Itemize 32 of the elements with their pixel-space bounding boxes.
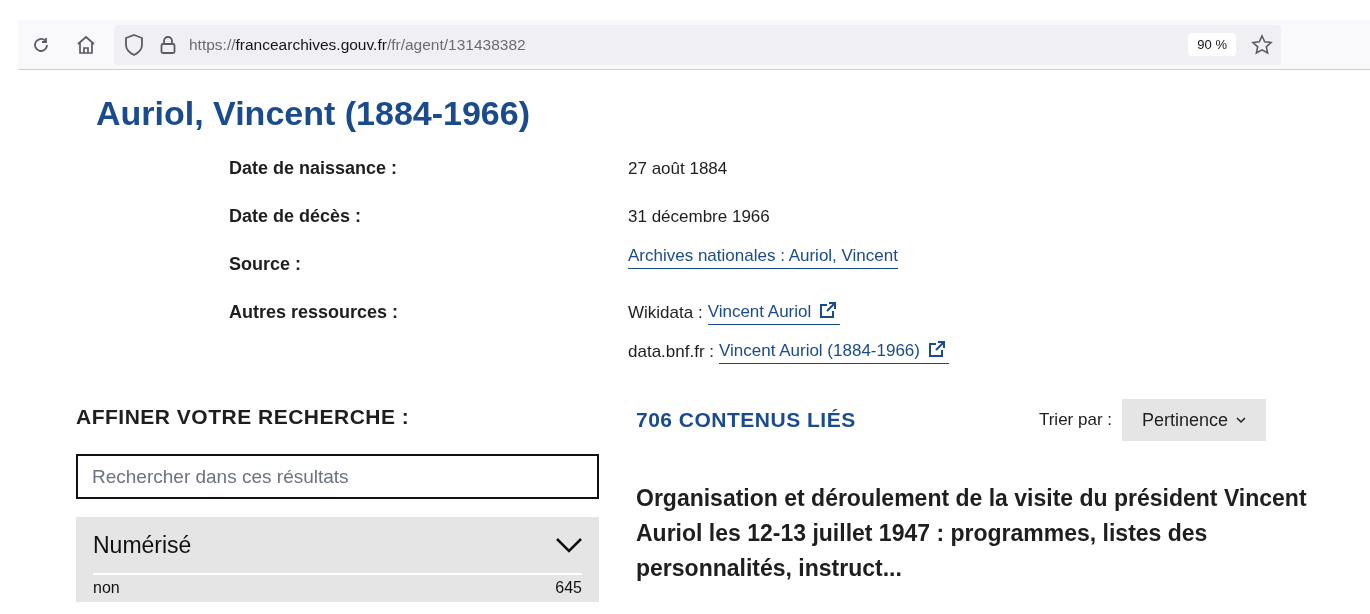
lock-icon[interactable] xyxy=(160,34,176,55)
facet-option[interactable]: non xyxy=(93,578,120,598)
home-icon[interactable] xyxy=(76,34,96,55)
field-label: Date de décès : xyxy=(229,205,363,228)
caret-icon xyxy=(1236,416,1247,424)
shield-icon[interactable] xyxy=(124,33,144,56)
field-label: Date de naissance : xyxy=(229,157,399,180)
resource-link[interactable]: Vincent Auriol (1884-1966) xyxy=(719,339,949,364)
url-text[interactable]: https://francearchives.gouv.fr/fr/agent/131438382 xyxy=(189,32,526,57)
star-icon[interactable] xyxy=(1251,33,1273,56)
field-label: Source : xyxy=(229,253,303,276)
external-link-icon xyxy=(819,301,837,319)
facet-title[interactable]: Numérisé xyxy=(93,527,192,563)
resource-label: data.bnf.fr : xyxy=(628,341,714,363)
page-title: Auriol, Vincent (1884-1966) xyxy=(96,93,531,134)
result-title-link[interactable]: Organisation et déroulement de la visite du président Vincent Auriol les 12-13 juillet 1947 : programmes, listes des personnalités, instruct... xyxy=(636,481,1336,586)
external-link-icon xyxy=(928,340,945,358)
section-heading: AFFINER VOTRE RECHERCHE : xyxy=(76,404,411,430)
sort-label: Trier par : xyxy=(1038,409,1112,432)
resource-link[interactable]: Archives nationales : Auriol, Vincent xyxy=(628,245,898,269)
zoom-level-button[interactable]: 90 % xyxy=(1188,32,1236,57)
field-value: 27 août 1884 xyxy=(628,158,728,180)
field-label: Autres ressources : xyxy=(229,301,400,324)
search-field[interactable]: Rechercher dans ces résultats xyxy=(76,454,599,499)
reload-icon[interactable] xyxy=(32,35,50,54)
chevron-icon[interactable] xyxy=(556,537,582,553)
field-value: 31 décembre 1966 xyxy=(628,206,770,228)
facet-count: 645 xyxy=(555,578,582,598)
sort-dropdown[interactable]: Pertinence xyxy=(1122,399,1266,441)
resource-label: Wikidata : xyxy=(628,302,703,324)
resource-link[interactable]: Vincent Auriol xyxy=(707,300,841,325)
results-heading: 706 CONTENUS LIÉS xyxy=(636,407,856,434)
